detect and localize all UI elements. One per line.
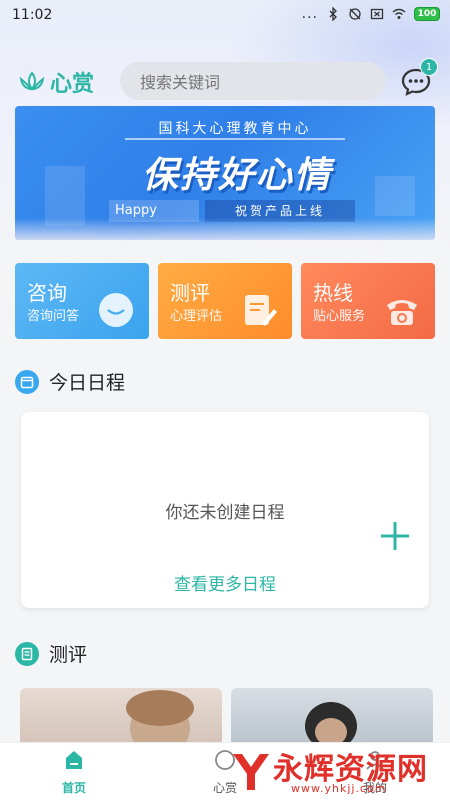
schedule-section-header: 今日日程 (15, 368, 125, 395)
watermark-logo-icon (233, 754, 269, 790)
status-icons: ... 100 (302, 7, 440, 21)
view-more-schedule-link[interactable]: 查看更多日程 (21, 570, 429, 595)
smile-icon (99, 293, 133, 327)
signal-dots: ... (301, 6, 318, 22)
document-icon (15, 641, 39, 666)
evaluation-card[interactable]: 测评 心理评估 (158, 263, 292, 339)
schedule-empty-text: 你还未创建日程 (165, 503, 285, 523)
telephone-icon (387, 300, 417, 325)
lotus-icon (19, 71, 45, 91)
evaluation-thumbnail[interactable] (20, 688, 222, 748)
alarm-off-icon (349, 8, 361, 20)
add-schedule-icon[interactable] (379, 520, 411, 552)
search-placeholder: 搜索关键词 (140, 73, 221, 92)
promo-banner[interactable]: 国科大心理教育中心 保持好心情 Happy 祝贺产品上线 (15, 106, 435, 240)
schedule-card: 你还未创建日程 查看更多日程 (21, 412, 429, 608)
card-title: 测评 (170, 281, 210, 305)
app-header: 心赏 搜索关键词 1 (0, 58, 450, 104)
card-subtitle: 贴心服务 (313, 309, 366, 324)
nav-home[interactable]: 首页 (24, 749, 124, 799)
nav-label: 首页 (61, 781, 86, 795)
app-logo: 心赏 (18, 66, 94, 98)
clipboard-pen-icon (245, 295, 277, 326)
message-badge: 1 (420, 58, 438, 76)
wifi-icon (392, 8, 406, 19)
bluetooth-icon (329, 7, 337, 21)
card-title: 咨询 (27, 281, 67, 305)
consult-card[interactable]: 咨询 咨询问答 (15, 263, 149, 339)
home-icon (66, 751, 82, 769)
hotline-card[interactable]: 热线 贴心服务 (301, 263, 435, 339)
banner-decoration (45, 166, 85, 226)
sim-off-icon (370, 8, 384, 20)
card-title: 热线 (313, 281, 353, 305)
evaluation-section-header: 测评 (15, 640, 87, 667)
logo-text: 心赏 (50, 72, 95, 97)
person-photo-image (305, 702, 357, 748)
banner-top-text: 国科大心理教育中心 (125, 118, 345, 140)
child-photo-image (126, 690, 194, 748)
banner-title: 保持好心情 (141, 155, 332, 196)
status-bar: 11:02 ... 100 (0, 0, 450, 32)
card-subtitle: 咨询问答 (27, 309, 80, 324)
calendar-icon (15, 369, 39, 394)
battery-indicator: 100 (414, 7, 440, 21)
watermark-url: www.yhkjj.com (291, 782, 387, 795)
banner-decoration (375, 176, 415, 216)
section-title: 测评 (49, 644, 88, 666)
search-input[interactable]: 搜索关键词 (120, 62, 386, 100)
card-subtitle: 心理评估 (170, 309, 223, 324)
banner-fade (15, 218, 435, 240)
watermark: 永辉资源网 www.yhkjj.com (225, 742, 450, 800)
section-title: 今日日程 (49, 372, 126, 394)
status-time: 11:02 (12, 7, 53, 23)
evaluation-thumbnail[interactable] (231, 688, 433, 748)
